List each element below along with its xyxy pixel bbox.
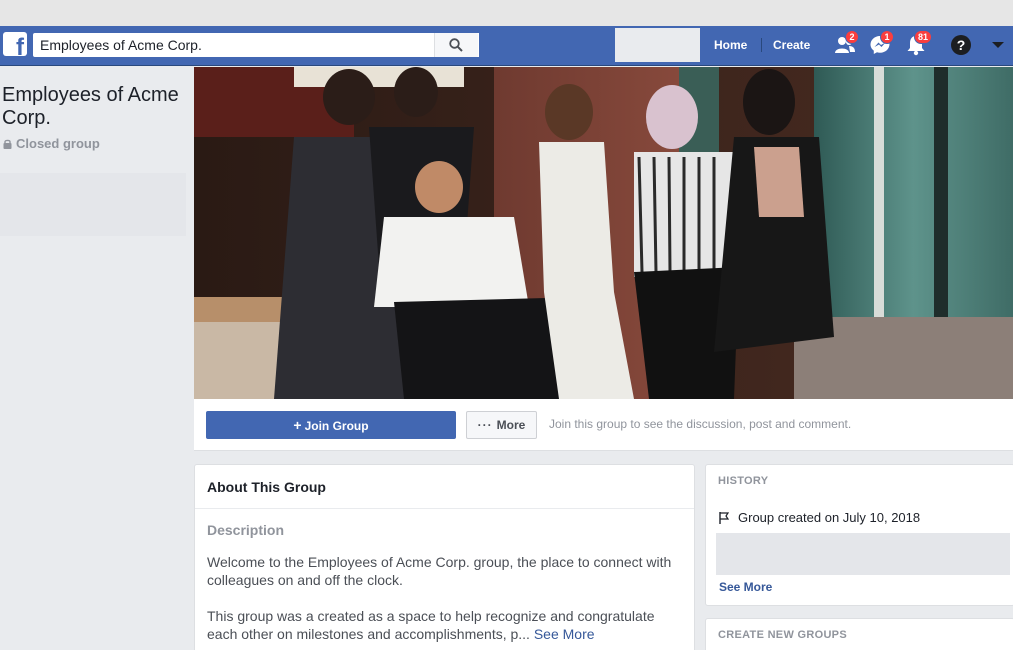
messages-button[interactable]: 1 [869,30,894,56]
left-nav-placeholder [0,173,186,236]
top-nav-bar: f Home Create 2 1 81 [0,26,1013,66]
join-group-button[interactable]: + Join Group [206,411,456,439]
cover-photo[interactable] [194,67,1013,399]
create-new-groups-card: CREATE NEW GROUPS [705,618,1013,650]
notifications-badge: 81 [914,30,933,44]
search-icon [449,38,463,52]
description-label: Description [207,522,285,538]
create-groups-header: CREATE NEW GROUPS [718,629,847,641]
group-privacy: Closed group [3,136,100,151]
caret-down-icon [992,42,1004,48]
plus-icon: + [293,417,302,433]
privacy-label: Closed group [16,136,100,151]
more-dots-icon: ··· [477,418,493,432]
divider [195,508,694,509]
description-paragraph-1: Welcome to the Employees of Acme Corp. g… [207,554,672,588]
flag-icon [719,512,730,524]
description-see-more-link[interactable]: See More [534,626,595,642]
join-hint-text: Join this group to see the discussion, p… [549,417,852,431]
cover-photo-image [194,67,1013,399]
group-action-bar: + Join Group ··· More Join this group to s… [194,399,1013,451]
join-group-label: Join Group [304,419,369,433]
profile-link-placeholder[interactable] [615,28,700,62]
help-button[interactable]: ? [950,34,972,56]
about-title: About This Group [207,479,326,495]
svg-text:?: ? [957,37,966,53]
more-label: More [496,418,526,432]
history-created-text: Group created on July 10, 2018 [738,510,921,525]
description-paragraph-2: This group was a created as a space to h… [207,607,687,643]
history-header: HISTORY [718,475,769,487]
account-menu-button[interactable] [987,34,1009,56]
group-title[interactable]: Employees of Acme Corp. [2,84,190,130]
browser-top-strip [0,0,1013,26]
history-created-item: Group created on July 10, 2018 [718,510,920,525]
search-button[interactable] [434,33,478,57]
more-button[interactable]: ··· More [466,411,537,439]
nav-divider [761,38,762,52]
search-box [33,33,479,57]
lock-icon [3,137,12,149]
history-placeholder [716,533,1010,575]
home-link[interactable]: Home [714,38,747,52]
history-see-more-link[interactable]: See More [719,580,772,594]
history-card: HISTORY Group created on July 10, 2018 S… [705,464,1013,606]
messages-badge: 1 [880,30,894,44]
friend-requests-badge: 2 [845,30,859,44]
facebook-logo-icon[interactable]: f [3,32,27,56]
notifications-button[interactable]: 81 [905,30,933,56]
help-icon: ? [951,35,971,55]
about-group-card: About This Group Description Welcome to … [194,464,695,650]
search-input[interactable] [34,34,434,56]
friend-requests-button[interactable]: 2 [834,30,859,56]
create-link[interactable]: Create [773,38,810,52]
